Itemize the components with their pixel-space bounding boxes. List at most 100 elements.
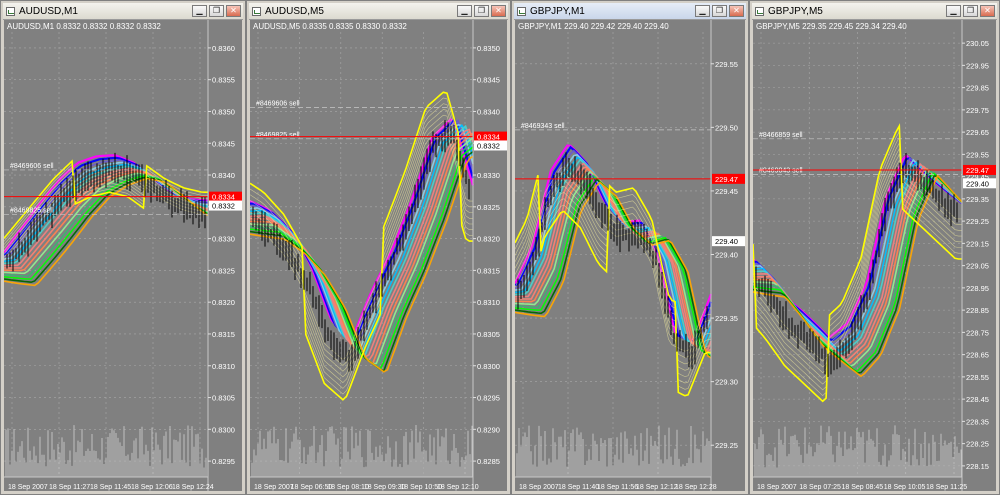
price-label: 0.8310 [212,362,235,371]
time-label: 18 Sep 2007 [8,484,48,491]
price-chart[interactable]: #8469606 sell #8469825 sell 0.8360 0.8355 0.… [4,20,242,491]
symbol-ohlc-label: AUDUSD,M1 0.8332 0.8332 0.8332 0.8332 [7,22,161,31]
price-label: 229.35 [966,195,989,204]
close-button[interactable]: ✕ [226,5,241,17]
price-chart[interactable]: #8469606 sell #8469825 sell 0.8350 0.8345 0.… [250,20,507,491]
minimize-button[interactable]: ▁ [695,5,710,17]
restore-button[interactable]: ❐ [209,5,224,17]
minimize-button[interactable]: ▁ [946,5,961,17]
price-label: 228.85 [966,306,989,315]
price-tag-red-label: 0.8334 [477,133,500,142]
chart-window-audusd-m5[interactable]: AUDUSD,M5 ▁ ❐ ✕ #8469606 sell #8469825 se… [246,0,511,495]
price-label: 0.8310 [477,298,500,307]
restore-button[interactable]: ❐ [963,5,978,17]
price-tag-white-label: 229.40 [966,179,989,188]
price-label: 228.55 [966,373,989,382]
price-label: 229.50 [715,123,738,132]
price-label: 229.35 [715,314,738,323]
symbol-ohlc-label: GBPJPY,M1 229.40 229.42 229.40 229.40 [518,22,669,31]
price-chart[interactable]: #8466859 sell #8469043 sell 230.05 229.95 22… [753,20,996,491]
order-label: #8469825 sell [10,207,54,214]
price-label: 0.8300 [212,425,235,434]
order-label: #8466859 sell [759,132,803,139]
chart-window-audusd-m1[interactable]: AUDUSD,M1 ▁ ❐ ✕ #8469606 sell #8469825 se… [0,0,246,495]
price-label: 229.25 [715,441,738,450]
time-label: 18 Sep 10:05 [884,484,926,491]
terminal-workspace: AUDUSD,M1 ▁ ❐ ✕ #8469606 sell #8469825 se… [0,0,1000,495]
price-tag-red-label: 229.47 [966,166,989,175]
window-title: GBPJPY,M1 [530,5,585,17]
order-label: #8469825 sell [256,132,300,139]
restore-button[interactable]: ❐ [712,5,727,17]
price-label: 0.8340 [212,171,235,180]
close-button[interactable]: ✕ [980,5,995,17]
time-label: 18 Sep 12:06 [131,484,173,491]
price-label: 0.8320 [212,298,235,307]
symbol-ohlc-label: AUDUSD,M5 0.8335 0.8335 0.8330 0.8332 [253,22,407,31]
price-label: 228.45 [966,395,989,404]
minimize-button[interactable]: ▁ [457,5,472,17]
time-label: 18 Sep 07:25 [799,484,841,491]
time-label: 18 Sep 2007 [254,484,294,491]
time-label: 18 Sep 11:25 [926,484,967,491]
close-button[interactable]: ✕ [491,5,506,17]
chart-window-gbpjpy-m5[interactable]: GBPJPY,M5 ▁ ❐ ✕ #8466859 sell #8469043 se… [749,0,1000,495]
time-label: 18 Sep 11:56 [597,484,638,491]
price-label: 229.55 [715,60,738,69]
price-label: 229.40 [715,251,738,260]
price-label: 229.45 [715,187,738,196]
price-tag-white-label: 0.8332 [212,202,235,211]
price-tag-red-label: 0.8334 [212,193,235,202]
ma-ribbon-line [753,169,963,371]
price-label: 0.8345 [212,139,235,148]
price-label: 229.65 [966,128,989,137]
time-label: 18 Sep 2007 [519,484,559,491]
price-label: 228.75 [966,328,989,337]
minimize-button[interactable]: ▁ [192,5,207,17]
price-label: 229.55 [966,150,989,159]
price-chart[interactable]: #8469343 sell 229.55 229.50 229.45 229.40 229… [515,20,745,491]
order-label: #8469606 sell [10,163,54,170]
price-label: 0.8325 [212,266,235,275]
symbol-ohlc-label: GBPJPY,M5 229.35 229.45 229.34 229.40 [756,22,907,31]
price-tag-white-label: 229.40 [715,237,738,246]
price-label: 0.8285 [477,457,500,466]
chart-window-icon [252,6,261,16]
time-label: 18 Sep 08:10 [327,484,369,491]
window-titlebar[interactable]: GBPJPY,M1 ▁ ❐ ✕ [514,3,746,20]
order-label: #8469343 sell [521,123,565,130]
chart-window-icon [517,6,526,16]
price-label: 0.8350 [477,44,500,53]
price-label: 0.8345 [477,76,500,85]
time-label: 18 Sep 11:40 [558,484,599,491]
time-label: 18 Sep 12:28 [675,484,717,491]
window-title: GBPJPY,M5 [768,5,823,17]
time-label: 18 Sep 11:27 [49,484,90,491]
time-label: 18 Sep 12:24 [172,484,214,491]
price-label: 229.85 [966,84,989,93]
price-label: 229.75 [966,106,989,115]
order-label: #8469043 sell [759,167,803,174]
chart-window-icon [6,6,15,16]
time-label: 18 Sep 11:45 [90,484,131,491]
price-label: 230.05 [966,39,989,48]
time-label: 18 Sep 09:30 [364,484,406,491]
price-label: 229.95 [966,61,989,70]
price-label: 0.8300 [477,362,500,371]
price-label: 229.25 [966,217,989,226]
window-titlebar[interactable]: GBPJPY,M5 ▁ ❐ ✕ [752,3,997,20]
time-label: 18 Sep 2007 [757,484,797,491]
price-label: 228.95 [966,284,989,293]
close-button[interactable]: ✕ [729,5,744,17]
price-label: 229.15 [966,239,989,248]
price-label: 228.35 [966,417,989,426]
window-titlebar[interactable]: AUDUSD,M1 ▁ ❐ ✕ [3,3,243,20]
restore-button[interactable]: ❐ [474,5,489,17]
chart-window-gbpjpy-m1[interactable]: GBPJPY,M1 ▁ ❐ ✕ #8469343 sell 229.55 229.5… [511,0,749,495]
price-label: 0.8315 [212,330,235,339]
price-label: 0.8340 [477,107,500,116]
window-titlebar[interactable]: AUDUSD,M5 ▁ ❐ ✕ [249,3,508,20]
price-label: 0.8330 [477,171,500,180]
price-label: 228.65 [966,351,989,360]
time-label: 18 Sep 08:45 [842,484,884,491]
